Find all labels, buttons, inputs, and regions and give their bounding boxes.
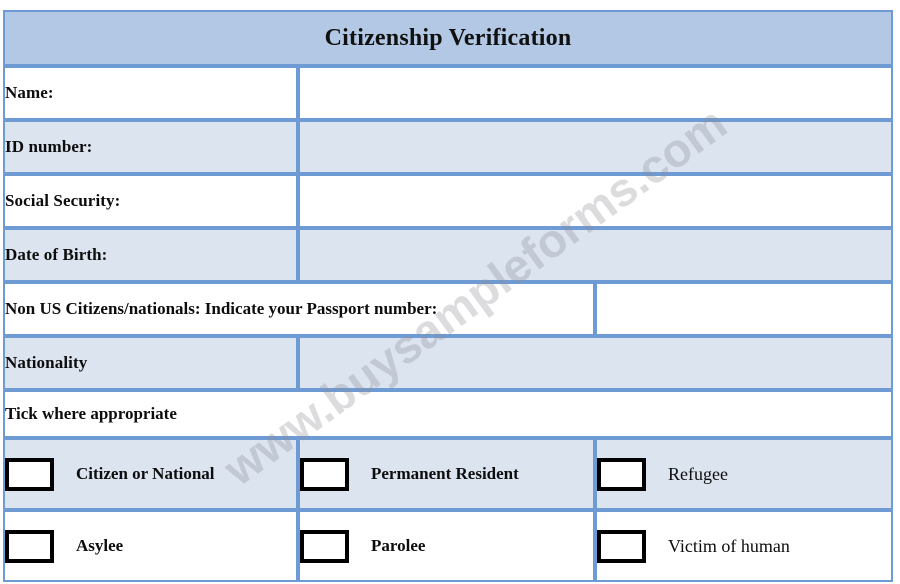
table-row-date-of-birth: Date of Birth: bbox=[3, 228, 894, 282]
page-title: Citizenship Verification bbox=[3, 10, 894, 66]
table-row-id-number: ID number: bbox=[3, 120, 894, 174]
checkbox-icon[interactable] bbox=[300, 529, 349, 563]
date-of-birth-field[interactable] bbox=[298, 228, 894, 282]
table-row-status-options-2: Asylee Parolee Victim of human bbox=[3, 510, 894, 582]
table-row-passport: Non US Citizens/nationals: Indicate your… bbox=[3, 282, 894, 336]
table-row-instruction: Tick where appropriate bbox=[3, 390, 894, 438]
label-id-number: ID number: bbox=[3, 120, 298, 174]
form-header-row: Citizenship Verification bbox=[3, 10, 894, 66]
id-number-field[interactable] bbox=[298, 120, 894, 174]
checkbox-icon[interactable] bbox=[300, 457, 349, 491]
label-date-of-birth: Date of Birth: bbox=[3, 228, 298, 282]
label-passport-number: Non US Citizens/nationals: Indicate your… bbox=[3, 282, 595, 336]
option-parolee[interactable]: Parolee bbox=[298, 510, 595, 582]
option-label: Asylee bbox=[76, 536, 124, 555]
name-field[interactable] bbox=[298, 66, 894, 120]
option-label: Refugee bbox=[668, 463, 728, 484]
label-nationality: Nationality bbox=[3, 336, 298, 390]
checkbox-icon[interactable] bbox=[597, 529, 646, 563]
label-name: Name: bbox=[3, 66, 298, 120]
option-label: Permanent Resident bbox=[371, 464, 519, 483]
passport-number-field[interactable] bbox=[595, 282, 894, 336]
option-permanent-resident[interactable]: Permanent Resident bbox=[298, 438, 595, 510]
option-asylee[interactable]: Asylee bbox=[3, 510, 298, 582]
form-page: www.buysampleforms.com Citizenship Verif… bbox=[0, 0, 900, 584]
nationality-field[interactable] bbox=[298, 336, 894, 390]
table-row-social-security: Social Security: bbox=[3, 174, 894, 228]
citizenship-verification-form: Citizenship Verification Name: ID number… bbox=[3, 10, 894, 582]
option-label: Citizen or National bbox=[76, 464, 215, 483]
label-tick-where-appropriate: Tick where appropriate bbox=[3, 390, 894, 438]
social-security-field[interactable] bbox=[298, 174, 894, 228]
checkbox-icon[interactable] bbox=[5, 457, 54, 491]
table-row-name: Name: bbox=[3, 66, 894, 120]
checkbox-icon[interactable] bbox=[597, 457, 646, 491]
option-refugee[interactable]: Refugee bbox=[595, 438, 894, 510]
table-row-status-options-1: Citizen or National Permanent Resident R… bbox=[3, 438, 894, 510]
option-label: Parolee bbox=[371, 536, 426, 555]
checkbox-icon[interactable] bbox=[5, 529, 54, 563]
option-citizen-or-national[interactable]: Citizen or National bbox=[3, 438, 298, 510]
label-social-security: Social Security: bbox=[3, 174, 298, 228]
option-victim-of-human[interactable]: Victim of human bbox=[595, 510, 894, 582]
table-row-nationality: Nationality bbox=[3, 336, 894, 390]
option-label: Victim of human bbox=[668, 535, 790, 556]
